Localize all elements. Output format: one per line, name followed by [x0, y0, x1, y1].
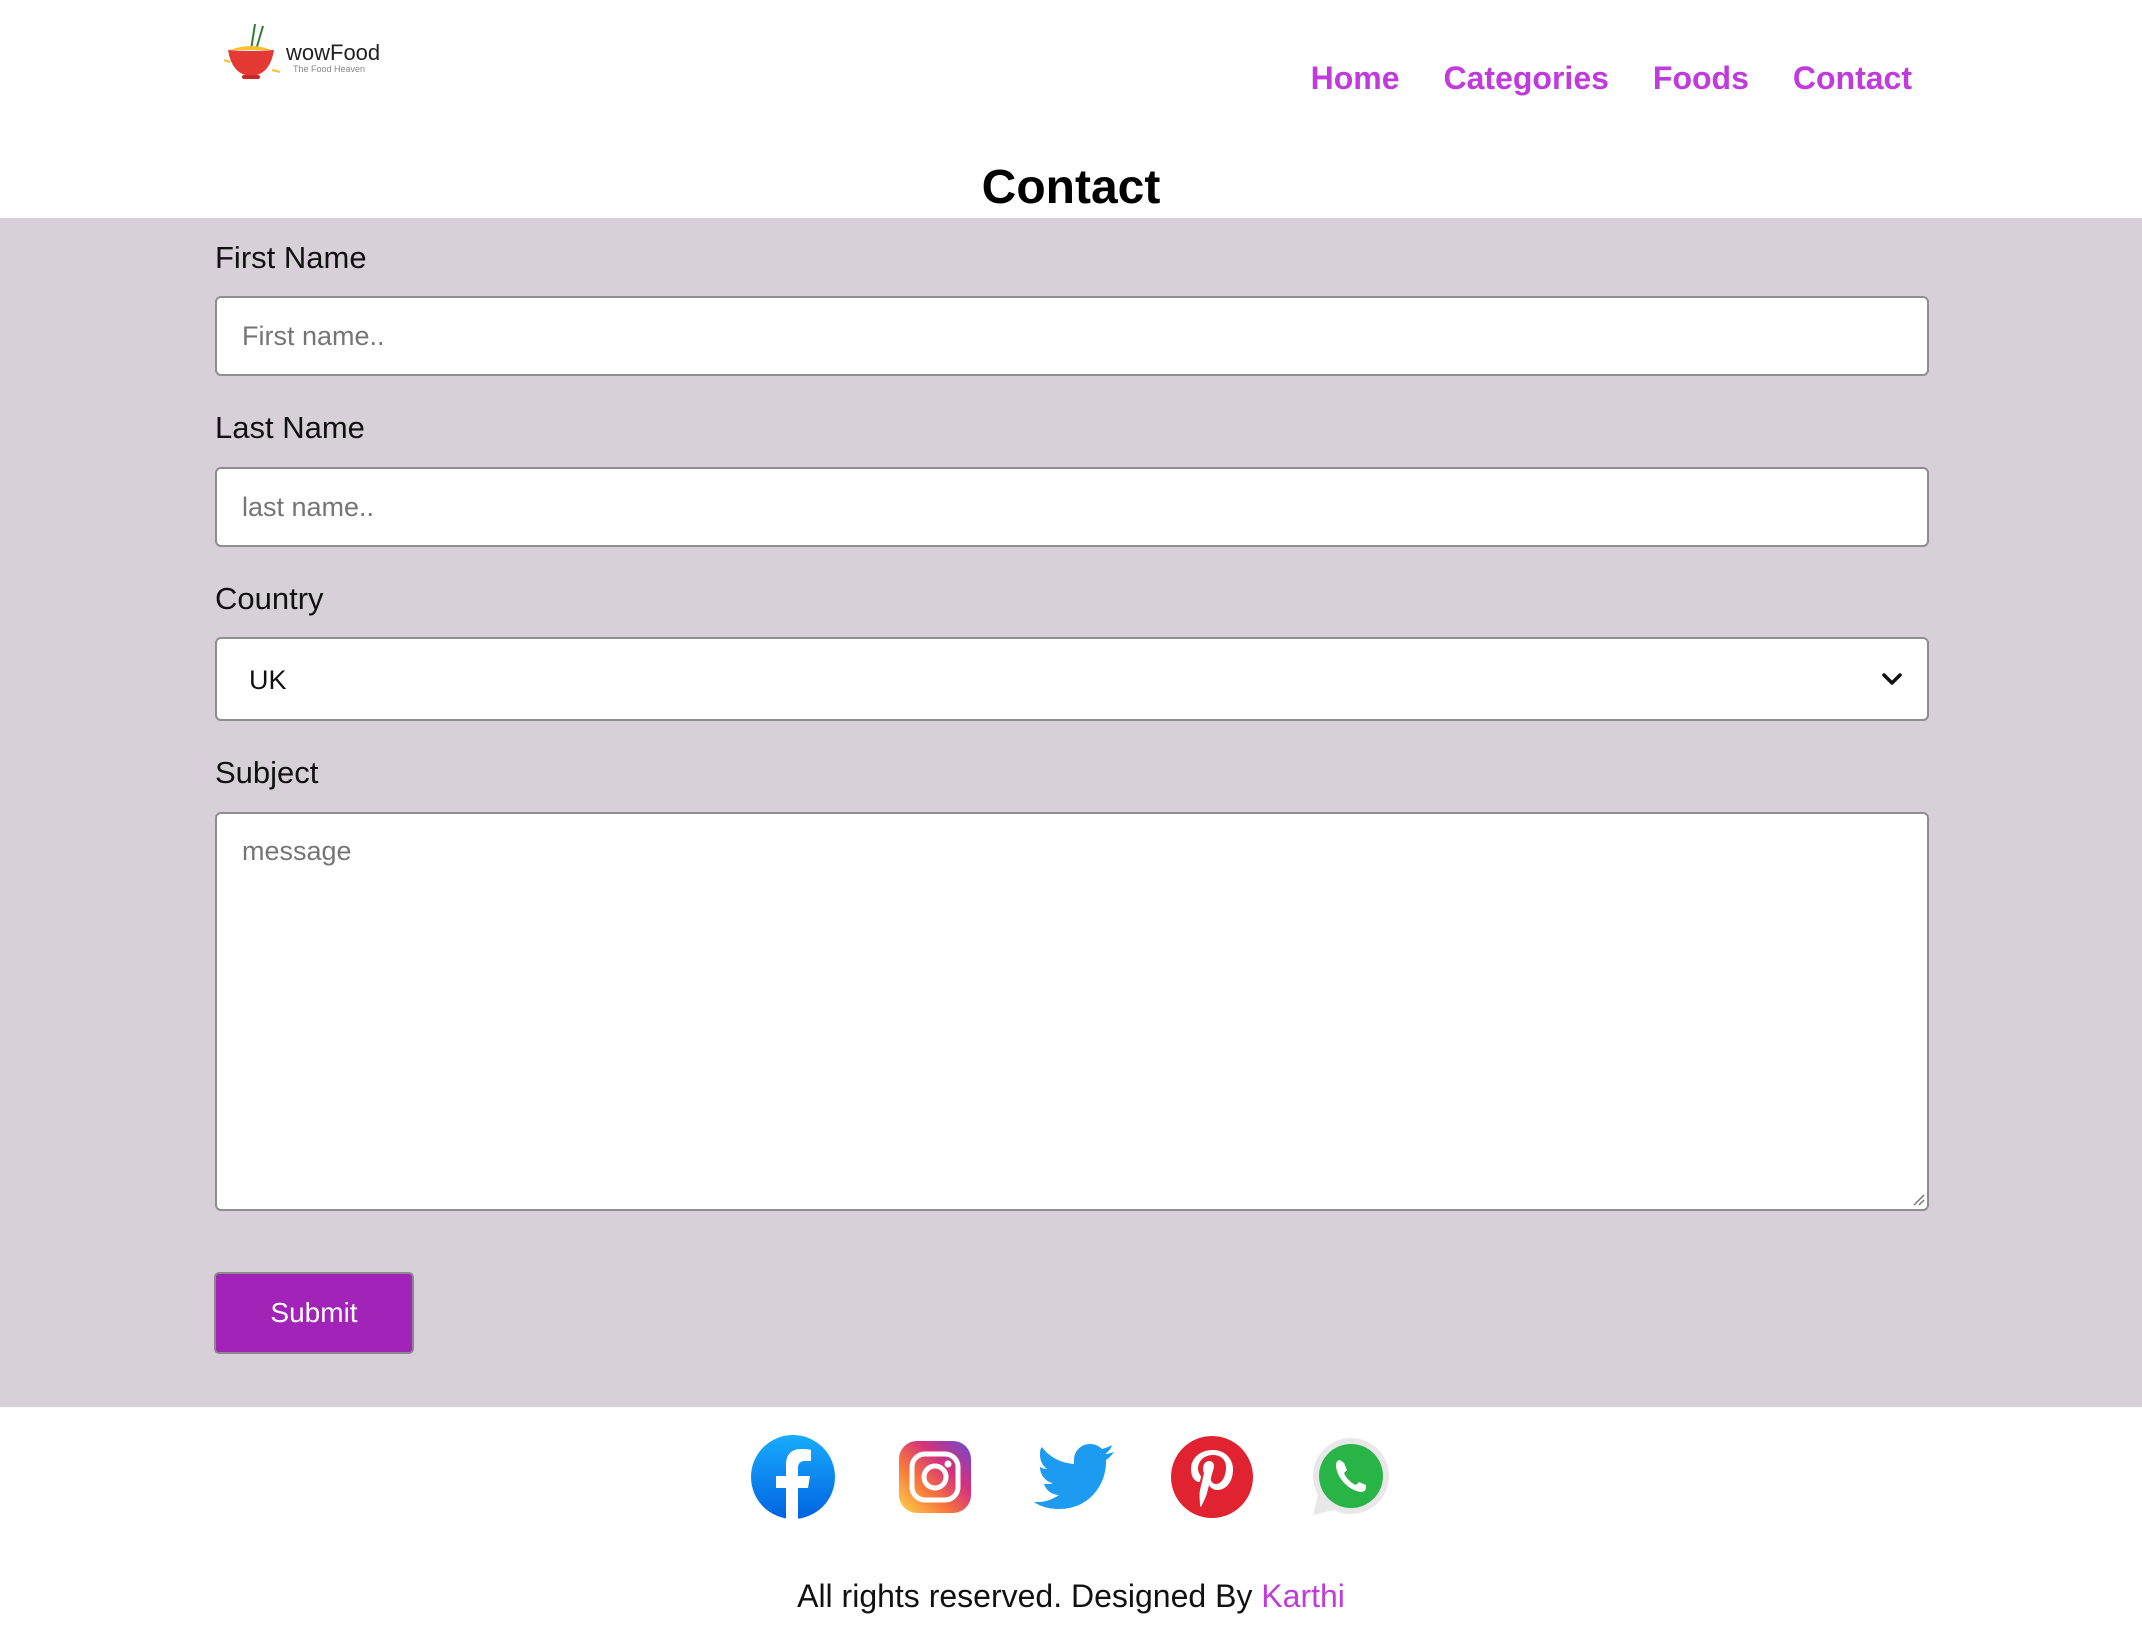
brand-tagline: The Food Heaven	[293, 64, 366, 74]
page-title: Contact	[981, 161, 1161, 214]
subject-textarea[interactable]	[215, 812, 1929, 1211]
nav-foods[interactable]: Foods	[1653, 60, 1749, 97]
country-label: Country	[215, 581, 324, 616]
main-nav: Home Categories Foods Contact	[1311, 60, 1912, 97]
footer-author-link[interactable]: Karthi	[1261, 1578, 1345, 1614]
twitter-icon[interactable]	[1030, 1432, 1120, 1522]
subject-label: Subject	[215, 755, 319, 790]
chevron-down-icon	[1882, 673, 1902, 685]
pinterest-icon[interactable]	[1167, 1432, 1257, 1522]
last-name-input[interactable]	[215, 467, 1929, 547]
whatsapp-icon[interactable]	[1306, 1432, 1396, 1522]
footer-text: All rights reserved. Designed By	[797, 1578, 1262, 1614]
first-name-input[interactable]	[215, 296, 1929, 376]
nav-home[interactable]: Home	[1311, 60, 1400, 97]
first-name-label: First Name	[215, 240, 367, 275]
country-select[interactable]: UK	[215, 637, 1929, 721]
nav-categories[interactable]: Categories	[1444, 60, 1609, 97]
brand-logo[interactable]: wowFood The Food Heaven	[218, 20, 388, 85]
submit-button[interactable]: Submit	[214, 1272, 414, 1354]
food-bowl-icon	[223, 23, 281, 79]
nav-contact[interactable]: Contact	[1793, 60, 1912, 97]
instagram-icon[interactable]	[890, 1432, 980, 1522]
site-header: wowFood The Food Heaven Home Categories …	[0, 0, 2142, 150]
facebook-icon[interactable]	[748, 1432, 838, 1522]
resize-grip-icon[interactable]	[1911, 1192, 1925, 1206]
country-selected-value: UK	[249, 665, 287, 695]
last-name-label: Last Name	[215, 410, 365, 445]
footer-copyright: All rights reserved. Designed By Karthi	[0, 1578, 2142, 1615]
brand-name: wowFood	[286, 40, 381, 65]
social-links	[0, 1432, 2142, 1532]
